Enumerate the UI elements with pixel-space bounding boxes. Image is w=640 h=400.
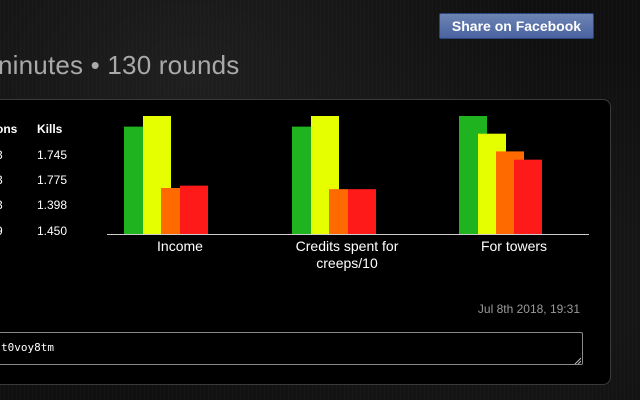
bar-2-series-3 <box>329 189 348 234</box>
stats-cell-row1-kills: 1.745 <box>37 148 68 162</box>
stats-cell-row2-kills: 1.775 <box>37 173 68 187</box>
game-link-field[interactable] <box>0 332 583 365</box>
stats-bar-chart: Income Credits spent forcreeps/10 For towe… <box>107 116 589 271</box>
stats-cell-row1-ons: 3 <box>0 148 3 162</box>
stats-column-header-ons: ons <box>0 122 18 136</box>
bar-1-series-3 <box>161 187 180 234</box>
stats-cell-row3-kills: 1.398 <box>37 198 68 212</box>
bar-2-series-4 <box>348 189 376 234</box>
game-timestamp: Jul 8th 2018, 19:31 <box>477 302 580 316</box>
category-label-1: Income <box>157 238 203 254</box>
stats-cell-row3-ons: 3 <box>0 198 3 212</box>
stats-cell-row2-ons: 3 <box>0 173 3 187</box>
bar-1-series-1 <box>124 126 143 234</box>
stats-cell-row4-kills: 1.450 <box>37 224 68 238</box>
game-summary-headline: ninutes • 130 rounds <box>0 50 240 80</box>
bar-1-series-4 <box>180 185 208 234</box>
category-label-2-line-1: Credits spent for <box>296 238 399 254</box>
stats-cell-row4-ons: 9 <box>0 224 3 238</box>
share-on-facebook-button[interactable]: Share on Facebook <box>439 13 594 39</box>
category-label-2-line-2: creeps/10 <box>316 255 378 271</box>
bar-2-series-1 <box>292 126 311 234</box>
category-label-3: For towers <box>481 238 547 254</box>
bar-3-series-4 <box>514 159 542 234</box>
stats-column-header-kills: Kills <box>37 122 63 136</box>
